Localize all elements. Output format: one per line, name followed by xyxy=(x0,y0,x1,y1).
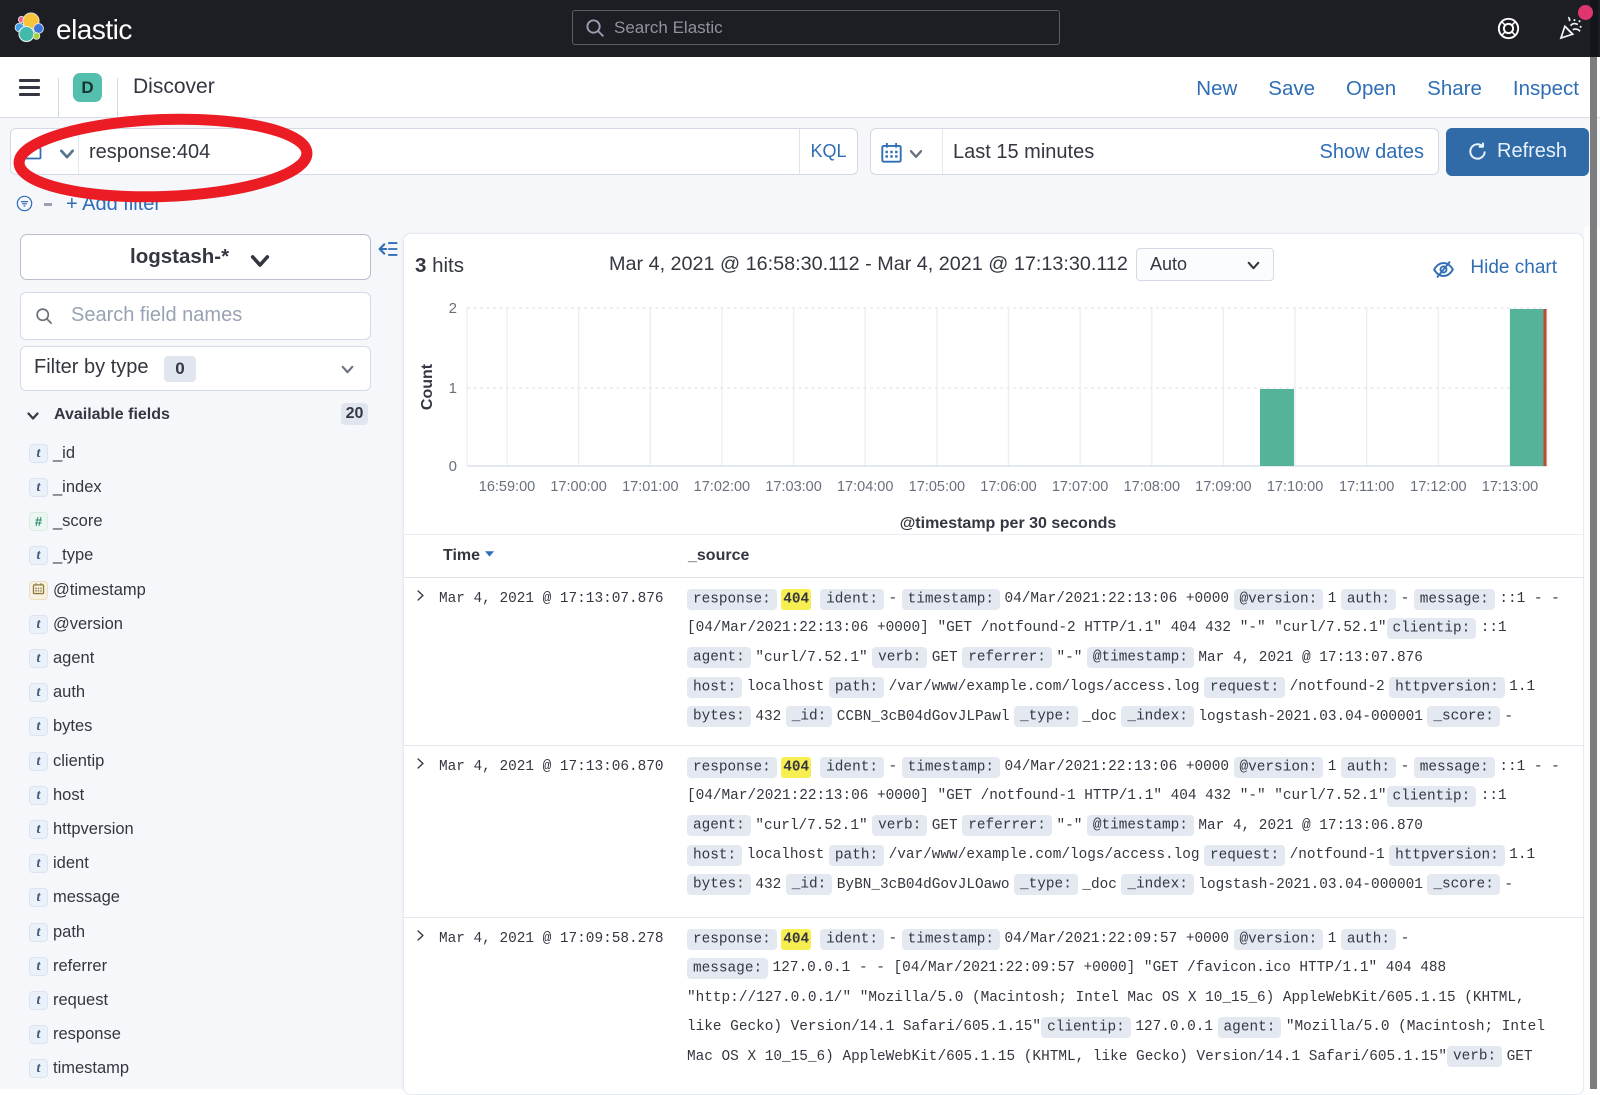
svg-text:17:13:00: 17:13:00 xyxy=(1482,479,1538,495)
svg-text:17:00:00: 17:00:00 xyxy=(550,479,606,495)
svg-text:17:01:00: 17:01:00 xyxy=(622,479,678,495)
svg-text:1: 1 xyxy=(449,380,457,397)
svg-text:17:12:00: 17:12:00 xyxy=(1410,479,1466,495)
svg-text:17:09:00: 17:09:00 xyxy=(1195,479,1251,495)
svg-text:0: 0 xyxy=(449,458,457,475)
svg-text:17:11:00: 17:11:00 xyxy=(1339,479,1394,495)
svg-text:17:07:00: 17:07:00 xyxy=(1052,479,1108,495)
svg-text:17:05:00: 17:05:00 xyxy=(909,479,965,495)
svg-text:17:02:00: 17:02:00 xyxy=(694,479,750,495)
svg-text:17:04:00: 17:04:00 xyxy=(837,479,893,495)
svg-text:17:03:00: 17:03:00 xyxy=(765,479,821,495)
svg-text:2: 2 xyxy=(449,300,457,317)
svg-text:16:59:00: 16:59:00 xyxy=(479,479,535,495)
svg-text:17:06:00: 17:06:00 xyxy=(980,479,1036,495)
svg-text:@timestamp per 30 seconds: @timestamp per 30 seconds xyxy=(900,515,1117,532)
svg-text:17:10:00: 17:10:00 xyxy=(1267,479,1323,495)
svg-text:17:08:00: 17:08:00 xyxy=(1124,479,1180,495)
svg-text:Count: Count xyxy=(419,363,436,410)
